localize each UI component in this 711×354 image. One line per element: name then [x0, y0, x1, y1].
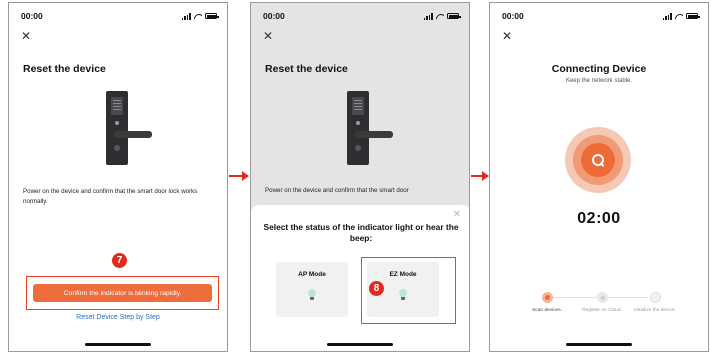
description-text: Power on the device and confirm that the… — [265, 187, 409, 194]
ap-mode-option[interactable]: AP Mode — [276, 262, 348, 317]
page-title: Reset the device — [265, 63, 348, 75]
step-dot-register — [597, 292, 608, 303]
flow-arrow — [229, 171, 249, 181]
phone-screen-reset: 00:00 ✕ Reset the device Power on the de… — [8, 2, 228, 352]
mode-select-sheet: ✕ Select the status of the indicator lig… — [251, 205, 469, 351]
confirm-blinking-button[interactable]: Confirm the indicator is blinking rapidl… — [33, 284, 212, 302]
status-time: 00:00 — [502, 11, 524, 21]
battery-icon — [205, 13, 219, 19]
home-indicator — [566, 343, 632, 346]
flow-arrow — [471, 171, 489, 181]
page-title: Connecting Device — [551, 63, 647, 75]
wifi-icon — [675, 13, 683, 20]
step-label: Register on Cloud. — [582, 308, 622, 313]
step-badge: 7 — [112, 253, 127, 268]
wifi-icon — [194, 13, 202, 20]
signal-icon — [181, 12, 191, 20]
bulb-icon — [308, 289, 316, 300]
step-dot-scan — [542, 292, 553, 303]
sheet-title: Select the status of the indicator light… — [263, 222, 459, 243]
step-badge: 8 — [369, 281, 384, 296]
signal-icon — [662, 12, 672, 20]
sheet-close-icon[interactable]: ✕ — [453, 209, 461, 220]
status-bar: 00:00 — [21, 10, 219, 22]
page-subtitle: Keep the network stable. — [565, 78, 633, 84]
phone-screen-connecting: 00:00 ✕ Connecting Device Keep the netwo… — [489, 2, 709, 352]
battery-icon — [447, 13, 461, 19]
status-bar: 00:00 — [502, 10, 700, 22]
close-icon[interactable]: ✕ — [502, 30, 512, 42]
status-time: 00:00 — [21, 11, 43, 21]
close-icon[interactable]: ✕ — [21, 30, 31, 42]
reset-step-by-step-link[interactable]: Reset Device Step by Step — [9, 314, 227, 321]
status-bar: 00:00 — [263, 10, 461, 22]
page-title: Reset the device — [23, 63, 106, 75]
home-indicator — [327, 343, 393, 346]
step-label: Initialize the device. — [634, 308, 676, 313]
home-indicator — [85, 343, 151, 346]
signal-icon — [423, 12, 433, 20]
countdown-timer: 02:00 — [577, 210, 621, 227]
wifi-icon — [436, 13, 444, 20]
battery-icon — [686, 13, 700, 19]
close-icon[interactable]: ✕ — [263, 30, 273, 42]
search-button — [581, 143, 615, 177]
description-text: Power on the device and confirm that the… — [23, 188, 198, 205]
mode-label: AP Mode — [298, 271, 326, 278]
step-label: Scan devices. — [532, 308, 562, 313]
search-icon — [591, 153, 605, 167]
status-time: 00:00 — [263, 11, 285, 21]
step-dot-initialize — [650, 292, 661, 303]
phone-screen-select-mode: 00:00 ✕ Reset the device Power on the de… — [250, 2, 470, 352]
